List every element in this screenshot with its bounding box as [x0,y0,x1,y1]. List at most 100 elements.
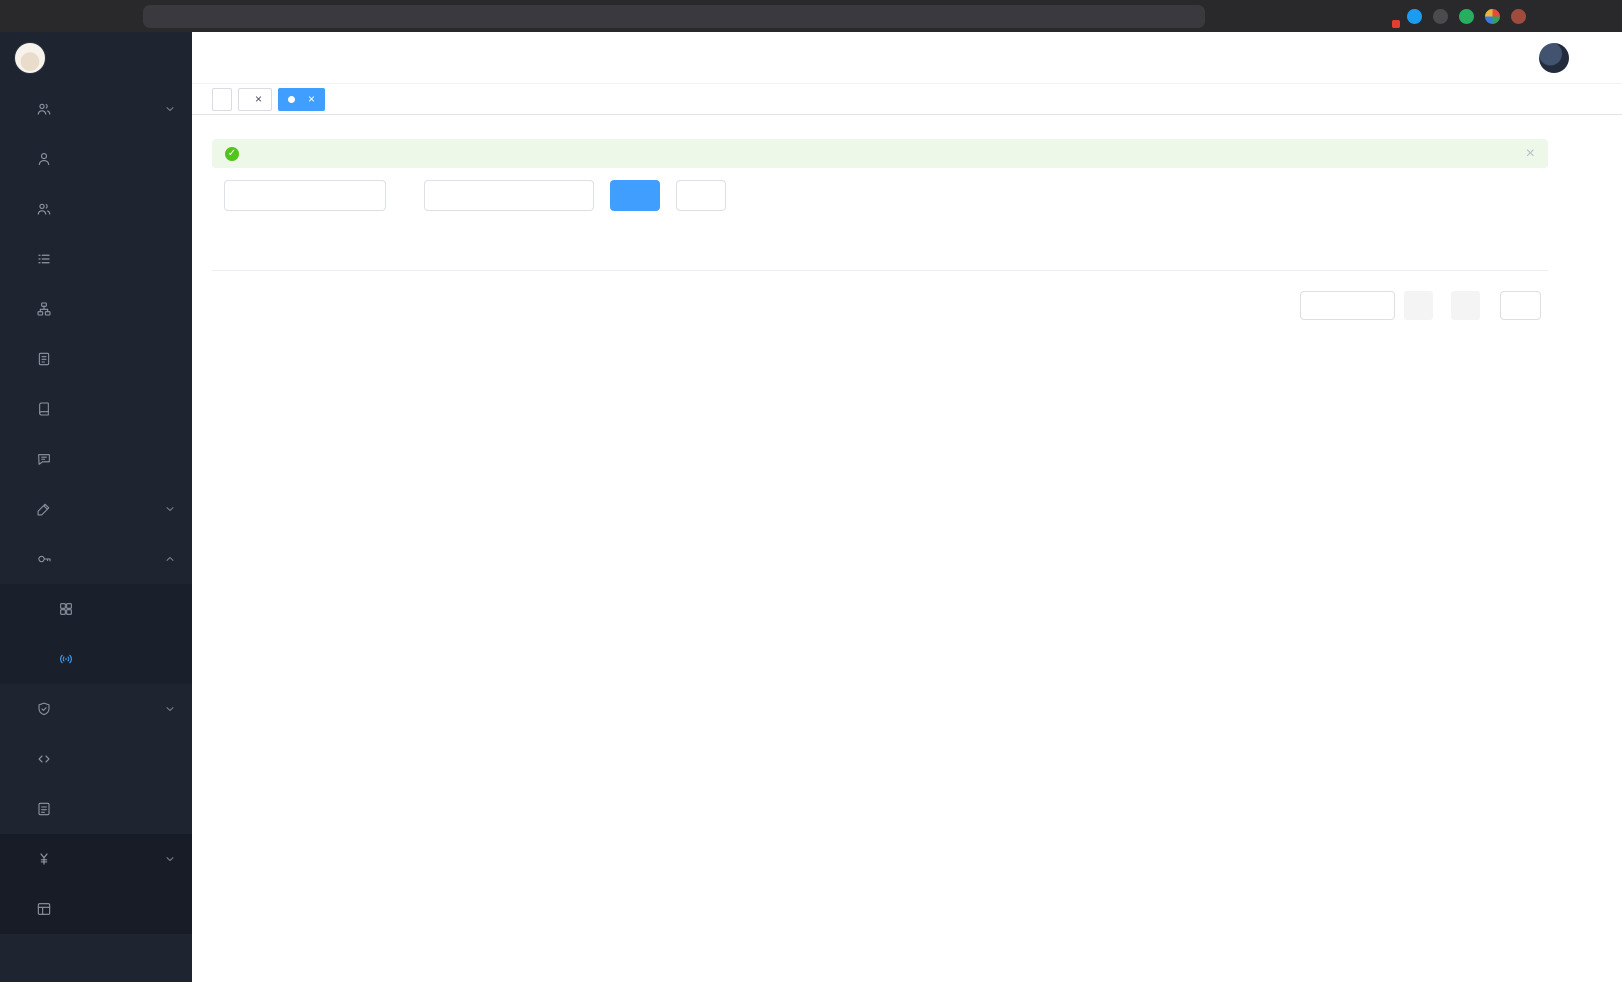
extension-dark-icon[interactable] [1433,9,1448,24]
chevron-right-icon [1460,299,1472,311]
column-header-5 [1214,225,1394,270]
user-menu[interactable] [1539,43,1596,73]
chevron-left-icon [1413,299,1425,311]
goto-page-input[interactable] [1500,291,1541,320]
next-page-button[interactable] [1451,291,1480,320]
tabs-bar: ×× [192,84,1622,115]
browser-actions [1323,8,1610,25]
extension-green-icon[interactable] [1459,9,1474,24]
search-icon[interactable] [1369,49,1387,67]
active-tab-dot [288,96,295,103]
sidebar-item-10[interactable] [0,584,192,634]
sidebar-item-2[interactable] [0,184,192,234]
text-size-icon[interactable] [1505,49,1523,67]
info-icon [153,10,166,23]
tab-1[interactable]: × [238,88,272,111]
sidebar-item-15[interactable] [0,834,192,884]
log-icon [36,501,52,517]
sidebar-item-9[interactable] [0,534,192,584]
column-header-1 [499,225,793,270]
alert-banner: ✓ × [212,139,1548,168]
tab-close-icon[interactable]: × [308,93,315,105]
topbar-actions [1369,43,1596,73]
sidebar-item-7[interactable] [0,434,192,484]
notice-icon [36,451,52,467]
token-table [212,225,1548,271]
user-avatar [1539,43,1569,73]
extensions-icon[interactable] [1379,8,1396,25]
column-header-0 [212,225,499,270]
column-header-6 [1394,225,1548,270]
page-size-select[interactable] [1300,291,1395,320]
sensitive-icon [36,801,52,817]
user-type-select[interactable] [424,180,594,211]
extension-pinwheel-icon[interactable] [1485,9,1500,24]
sidebar-item-6[interactable] [0,384,192,434]
browser-profile-icon[interactable] [1565,8,1582,25]
tab-close-icon[interactable]: × [255,93,262,105]
refresh-icon[interactable] [76,8,93,25]
browser-menu-icon[interactable] [1593,8,1610,25]
sidebar-item-4[interactable] [0,284,192,334]
tab-2[interactable]: × [278,88,325,111]
content: ✓ × [192,115,1622,982]
sidebar-item-12[interactable] [0,684,192,734]
code-icon [36,751,52,767]
sidebar-item-0[interactable] [0,84,192,134]
home-icon[interactable] [108,8,125,25]
tree-icon [36,301,52,317]
menu-fold-icon[interactable] [217,48,236,67]
forward-icon[interactable] [44,8,61,25]
reset-button[interactable] [676,180,726,211]
browser-chrome [0,0,1622,32]
bookmark-star-icon[interactable] [1351,8,1368,25]
extension-blue-icon[interactable] [1407,9,1422,24]
sms-icon [36,701,52,717]
browser-nav [12,8,125,25]
share-icon[interactable] [1323,8,1340,25]
fullscreen-icon[interactable] [1471,49,1489,67]
sidebar-item-11[interactable] [0,634,192,684]
users-icon [36,201,52,217]
topbar [192,32,1622,84]
refresh-icon [692,189,705,202]
pay-icon [36,851,52,867]
goto-page [1493,291,1548,320]
menu-icon [36,251,52,267]
user-icon [36,151,52,167]
chevron-down-icon [164,853,176,865]
alert-close-icon[interactable]: × [1526,146,1535,162]
extension-paw-icon[interactable] [1511,9,1526,24]
sidebar-item-13[interactable] [0,734,192,784]
logo-avatar [14,42,46,74]
column-header-2 [793,225,940,270]
sidebar-item-1[interactable] [0,134,192,184]
chevron-up-icon [164,553,176,565]
search-button[interactable] [610,180,660,211]
sidebar-menu [0,84,192,982]
badge-icon [36,351,52,367]
filter-form [212,180,1548,211]
tab-split-icon[interactable] [1537,8,1554,25]
app-icon [58,601,74,617]
chevron-down-icon [1585,52,1596,63]
extension-badge [1392,20,1400,28]
app-logo [0,32,192,84]
back-icon[interactable] [12,8,29,25]
report-icon [36,901,52,917]
token-icon [58,651,74,667]
address-bar[interactable] [143,5,1205,28]
sidebar-item-3[interactable] [0,234,192,284]
chevron-down-icon [164,703,176,715]
sidebar-item-5[interactable] [0,334,192,384]
github-icon[interactable] [1403,49,1421,67]
sidebar-item-14[interactable] [0,784,192,834]
chevron-down-icon [164,103,176,115]
prev-page-button[interactable] [1404,291,1433,320]
tab-0[interactable] [212,88,232,111]
sidebar-item-16[interactable] [0,884,192,934]
chevron-down-icon [164,503,176,515]
user-id-input[interactable] [224,180,386,211]
sidebar-item-8[interactable] [0,484,192,534]
help-icon[interactable] [1437,49,1455,67]
